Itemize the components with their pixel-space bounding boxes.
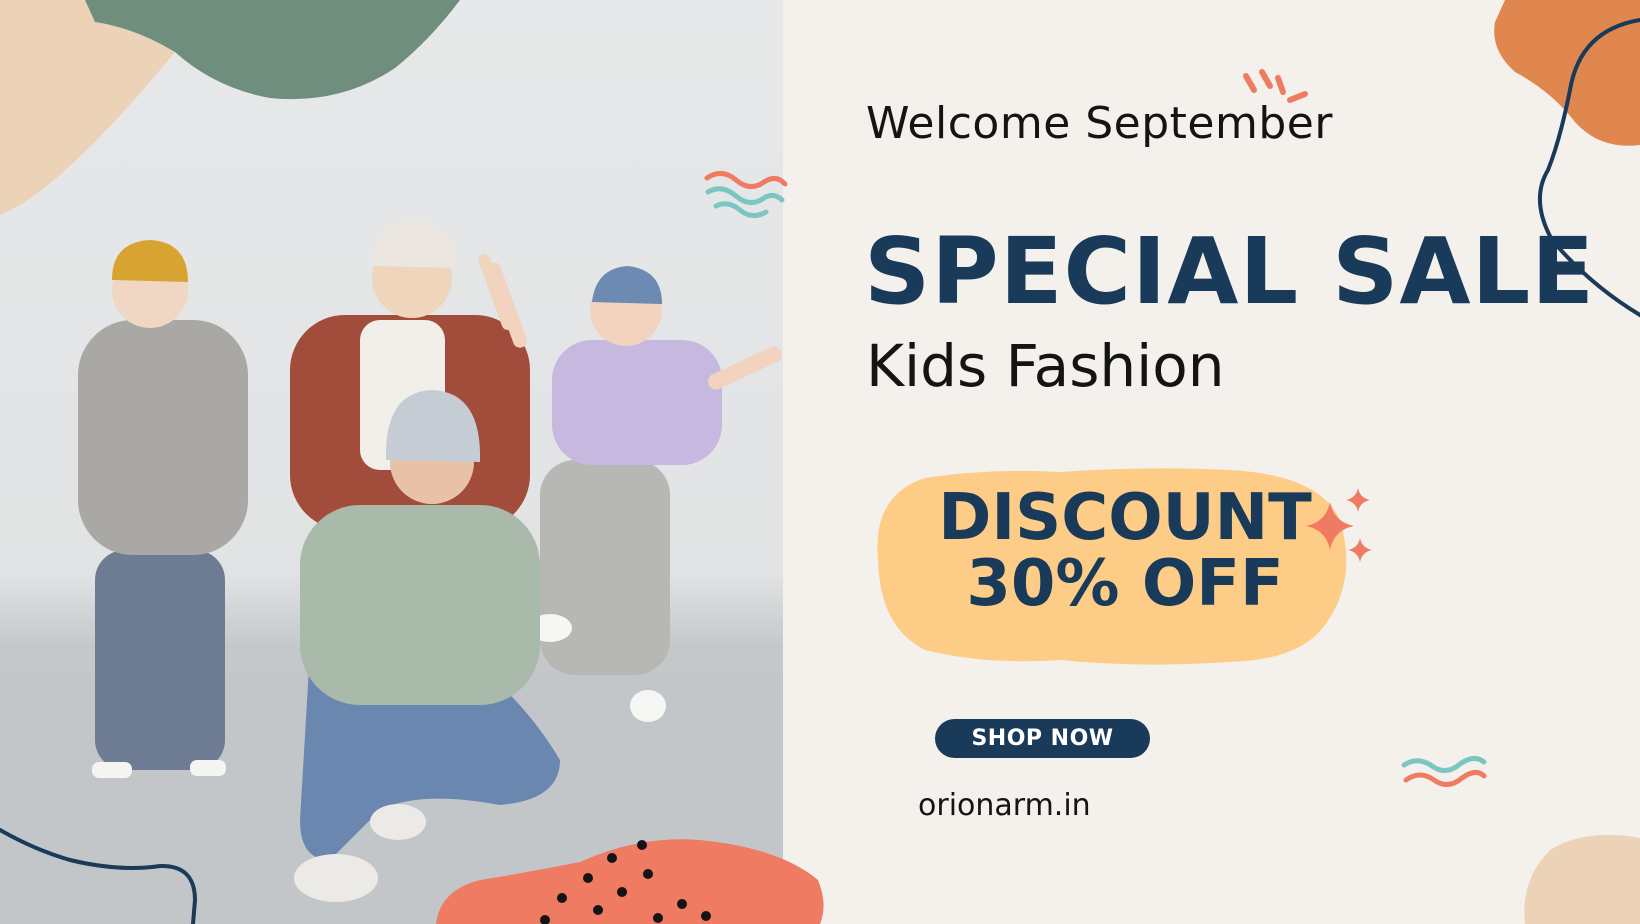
sale-banner: Welcome September SPECIAL SALE Kids Fash… bbox=[0, 0, 1640, 924]
decorative-shapes bbox=[0, 0, 1640, 924]
welcome-heading: Welcome September bbox=[866, 98, 1333, 149]
squiggle-top bbox=[704, 171, 788, 218]
website-link[interactable]: orionarm.in bbox=[918, 788, 1091, 823]
sand-blob-bottom bbox=[1524, 834, 1640, 924]
squiggle-bottom bbox=[1401, 756, 1487, 787]
shop-now-button[interactable]: SHOP NOW bbox=[935, 719, 1150, 758]
navy-curve-left bbox=[0, 828, 198, 924]
sale-subtitle: Kids Fashion bbox=[866, 332, 1225, 400]
coral-blob bbox=[436, 839, 824, 924]
sale-title: SPECIAL SALE bbox=[864, 218, 1596, 325]
burst-decoration bbox=[1243, 69, 1308, 103]
orange-blob bbox=[1494, 0, 1640, 146]
discount-line2: 30% OFF bbox=[966, 547, 1284, 621]
discount-line1: DISCOUNT bbox=[938, 481, 1312, 555]
discount-badge: DISCOUNT 30% OFF bbox=[890, 485, 1360, 617]
